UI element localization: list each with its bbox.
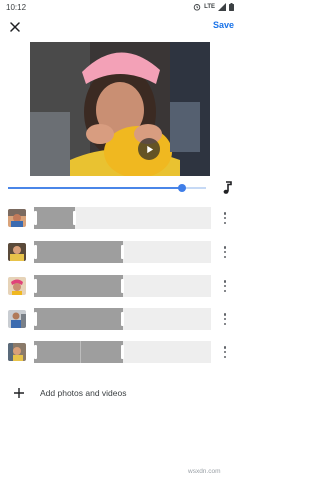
clip-row[interactable] [0, 207, 240, 229]
clip-row[interactable] [0, 341, 240, 363]
playback-scrubber-thumb[interactable] [178, 184, 187, 192]
watermark: wsxdn.com [188, 468, 221, 475]
trim-handle-start[interactable] [34, 279, 37, 293]
clip-thumbnail[interactable] [8, 209, 26, 227]
add-photos-videos-button[interactable]: Add photos and videos [0, 382, 240, 406]
more-vert-icon[interactable] [222, 280, 228, 292]
clip-trim-range[interactable] [34, 207, 75, 229]
trim-handle-end[interactable] [120, 279, 124, 293]
trim-handle-start[interactable] [34, 245, 37, 259]
save-button[interactable]: Save [213, 20, 234, 30]
trim-handle-start[interactable] [34, 211, 37, 225]
clip-row[interactable] [0, 275, 240, 297]
status-bar: 10:12 LTE [0, 0, 240, 14]
clip-trim-range[interactable] [34, 275, 123, 297]
close-button[interactable] [6, 18, 24, 36]
trim-handle-start[interactable] [34, 312, 37, 326]
status-icons: LTE [193, 3, 234, 11]
video-frame [30, 42, 210, 176]
signal-icon [218, 3, 226, 11]
alarm-icon [193, 4, 201, 11]
playback-progress-fill [8, 187, 183, 189]
trim-handle-end[interactable] [120, 345, 124, 359]
clip-segment-divider [80, 341, 82, 363]
more-vert-icon[interactable] [222, 313, 228, 325]
network-type: LTE [204, 4, 215, 10]
close-icon [10, 22, 20, 32]
battery-icon [229, 3, 234, 11]
play-button[interactable] [138, 138, 160, 160]
toolbar: Save [0, 14, 240, 42]
trim-handle-end[interactable] [120, 245, 124, 259]
clip-thumbnail[interactable] [8, 343, 26, 361]
music-note-icon[interactable] [221, 181, 233, 195]
clip-timeline-track[interactable] [34, 241, 211, 263]
more-vert-icon[interactable] [222, 246, 228, 258]
clip-row[interactable] [0, 241, 240, 263]
clip-row[interactable] [0, 308, 240, 330]
more-vert-icon[interactable] [222, 212, 228, 224]
clip-trim-range[interactable] [34, 341, 123, 363]
video-preview[interactable] [30, 42, 210, 176]
play-icon [146, 145, 153, 153]
playback-scrubber[interactable] [8, 184, 206, 192]
clip-trim-range[interactable] [34, 308, 123, 330]
clip-trim-range[interactable] [34, 241, 123, 263]
add-photos-videos-label: Add photos and videos [40, 388, 127, 398]
trim-handle-end[interactable] [72, 211, 76, 225]
status-time: 10:12 [6, 2, 27, 12]
plus-icon [14, 388, 24, 398]
clip-timeline-track[interactable] [34, 275, 211, 297]
clip-thumbnail[interactable] [8, 277, 26, 295]
trim-handle-end[interactable] [120, 312, 124, 326]
clip-timeline-track[interactable] [34, 207, 211, 229]
clip-timeline-track[interactable] [34, 308, 211, 330]
more-vert-icon[interactable] [222, 346, 228, 358]
clip-thumbnail[interactable] [8, 243, 26, 261]
trim-handle-start[interactable] [34, 345, 37, 359]
clip-thumbnail[interactable] [8, 310, 26, 328]
clip-timeline-track[interactable] [34, 341, 211, 363]
